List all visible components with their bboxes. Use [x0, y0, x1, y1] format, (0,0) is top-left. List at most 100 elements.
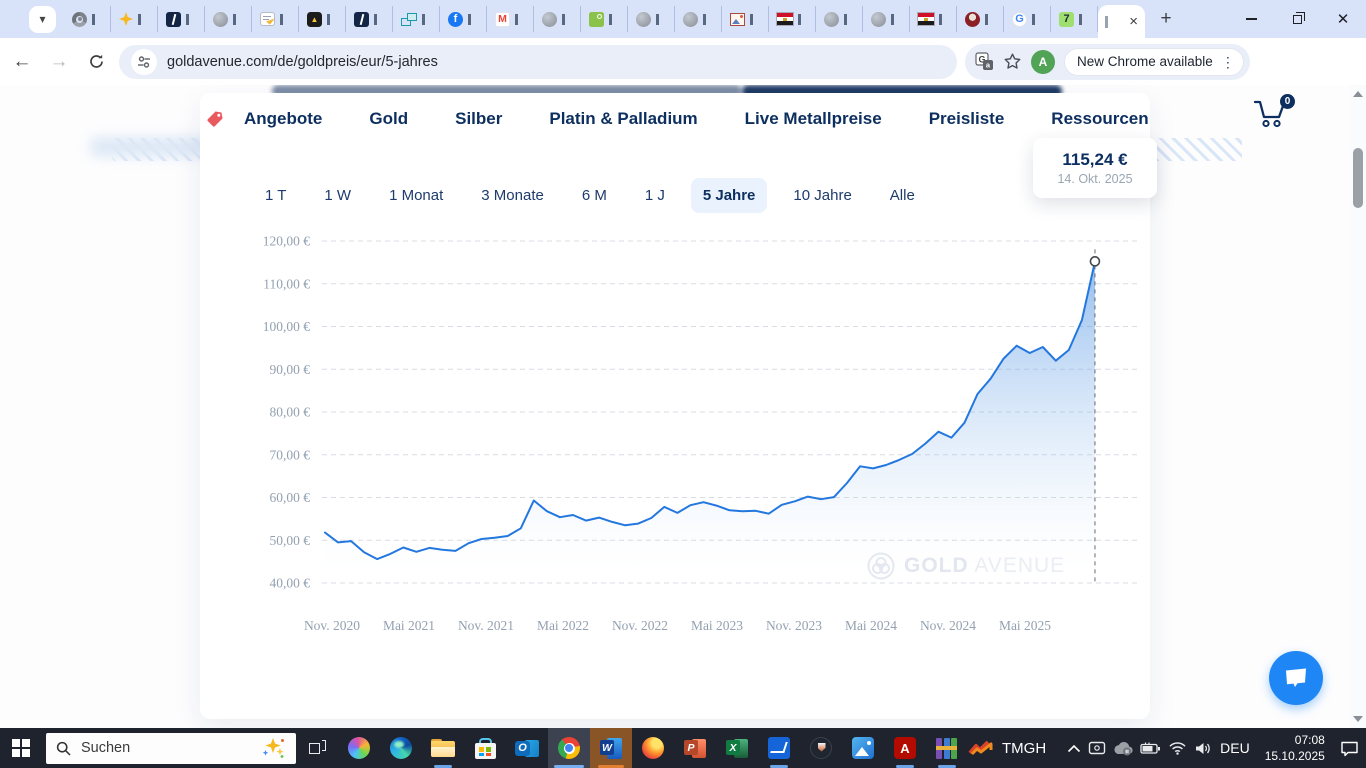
y-axis-label: 80,00 € [270, 405, 311, 420]
volume-icon[interactable] [1194, 741, 1213, 756]
chrome-update-button[interactable]: New Chrome available ⋮ [1064, 48, 1244, 76]
tab-search-button[interactable]: ▾ [29, 6, 56, 33]
tab-title-sliver [515, 14, 518, 25]
back-button[interactable]: ← [7, 47, 37, 77]
start-button[interactable] [0, 728, 42, 768]
taskbar-app-store[interactable] [464, 728, 506, 768]
translate-icon[interactable]: G a [975, 52, 994, 71]
y-axis-label: 120,00 € [263, 234, 311, 249]
gold-avenue-logo-icon [866, 551, 896, 581]
active-browser-tab[interactable]: × [1098, 5, 1145, 38]
browser-tab[interactable]: M [487, 6, 534, 32]
browser-tab[interactable] [534, 6, 581, 32]
browser-tab[interactable] [252, 6, 299, 32]
browser-tab[interactable]: G [1004, 6, 1051, 32]
facebook-icon: f [448, 12, 463, 27]
browser-tab[interactable] [910, 6, 957, 32]
browser-tab[interactable] [722, 6, 769, 32]
tune-icon [137, 55, 151, 69]
notification-center-icon[interactable] [1340, 740, 1359, 757]
clock-time: 07:08 [1295, 732, 1325, 748]
navy-n-icon [166, 12, 181, 27]
taskbar-app-explorer[interactable] [422, 728, 464, 768]
tab-title-sliver [327, 14, 330, 25]
taskbar-app-chrome[interactable] [548, 728, 590, 768]
profile-avatar[interactable]: A [1031, 50, 1055, 74]
taskbar-app-shield-app[interactable] [800, 728, 842, 768]
browser-tab[interactable]: 7 [1051, 6, 1098, 32]
taskbar-app-photos[interactable] [842, 728, 884, 768]
browser-tab[interactable] [628, 6, 675, 32]
restore-button[interactable] [1274, 0, 1320, 38]
windows-logo-icon [12, 739, 30, 757]
tab-title-sliver [422, 14, 425, 25]
page-scrollbar[interactable] [1350, 85, 1366, 728]
tab-title-sliver [1079, 14, 1082, 25]
browser-tab[interactable] [64, 6, 111, 32]
tab-title-sliver [656, 14, 659, 25]
battery-icon[interactable] [1140, 742, 1161, 755]
cast-screen-icon[interactable] [1088, 741, 1106, 756]
url-text[interactable]: goldavenue.com/de/goldpreis/eur/5-jahres [167, 54, 438, 70]
chart-last-point-marker[interactable] [1090, 257, 1099, 266]
close-window-button[interactable]: ✕ [1320, 0, 1366, 38]
taskbar-app-copilot[interactable] [338, 728, 380, 768]
browser-tab[interactable] [393, 6, 440, 32]
browser-tab[interactable] [581, 6, 628, 32]
browser-tab[interactable]: ▲ [299, 6, 346, 32]
red-avatar-icon [965, 12, 980, 27]
browser-toolbar: ← → goldavenue.com/de/goldpreis/eur/5-ja… [0, 38, 1366, 85]
new-tab-button[interactable]: + [1152, 5, 1180, 33]
taskbar-app-firefox[interactable] [632, 728, 674, 768]
browser-tab[interactable] [675, 6, 722, 32]
browser-tab[interactable]: f [440, 6, 487, 32]
browser-tab[interactable] [863, 6, 910, 32]
scroll-up-arrow[interactable] [1353, 91, 1363, 97]
close-tab-icon[interactable]: × [1129, 14, 1138, 29]
onedrive-paused-icon[interactable] [1113, 741, 1133, 756]
reload-button[interactable] [81, 47, 111, 77]
firefox-icon [642, 737, 664, 759]
scroll-down-arrow[interactable] [1353, 716, 1363, 722]
task-view-button[interactable] [296, 728, 338, 768]
tab-title-sliver [138, 14, 141, 25]
watermark-avenue: AVENUE [974, 554, 1065, 577]
taskbar-app-scanner[interactable] [758, 728, 800, 768]
browser-tab[interactable] [158, 6, 205, 32]
chat-widget-button[interactable] [1269, 651, 1323, 705]
minimize-button[interactable] [1228, 0, 1274, 38]
taskbar-app-winrar[interactable] [926, 728, 968, 768]
bookmark-star-icon[interactable] [1003, 52, 1022, 71]
browser-tab[interactable] [111, 6, 158, 32]
forward-button[interactable]: → [44, 47, 74, 77]
browser-tab[interactable] [205, 6, 252, 32]
tmgh-widget[interactable]: TMGH [968, 739, 1046, 757]
gmail-icon: M [495, 12, 510, 27]
taskbar-app-outlook[interactable]: O [506, 728, 548, 768]
taskbar-app-acrobat[interactable]: A [884, 728, 926, 768]
wifi-icon[interactable] [1168, 741, 1187, 755]
taskbar-app-word[interactable]: W [590, 728, 632, 768]
address-bar[interactable]: goldavenue.com/de/goldpreis/eur/5-jahres [119, 45, 957, 79]
tray-chevron-up-icon[interactable] [1067, 744, 1081, 753]
browser-tab[interactable] [957, 6, 1004, 32]
site-info-icon[interactable] [131, 49, 157, 75]
taskbar-app-excel[interactable]: X [716, 728, 758, 768]
browser-tab[interactable] [769, 6, 816, 32]
chrome-gray-icon [72, 12, 87, 27]
gold-price-chart[interactable]: 40,00 €50,00 €60,00 €70,00 €80,00 €90,00… [0, 85, 1366, 728]
browser-menu-icon[interactable]: ⋮ [1221, 55, 1235, 69]
window-controls: ✕ [1228, 0, 1366, 38]
teal-windows-icon [401, 13, 417, 26]
scrollbar-thumb[interactable] [1353, 148, 1363, 208]
language-indicator[interactable]: DEU [1220, 740, 1250, 756]
tab-title-sliver [280, 14, 283, 25]
taskbar-search-box[interactable]: Suchen [46, 733, 296, 764]
navy-n-icon [354, 12, 369, 27]
x-axis-label: Mai 2021 [383, 618, 435, 633]
taskbar-app-edge[interactable] [380, 728, 422, 768]
taskbar-app-powerpoint[interactable]: P [674, 728, 716, 768]
taskbar-clock[interactable]: 07:08 15.10.2025 [1265, 732, 1325, 764]
browser-tab[interactable] [816, 6, 863, 32]
browser-tab[interactable] [346, 6, 393, 32]
